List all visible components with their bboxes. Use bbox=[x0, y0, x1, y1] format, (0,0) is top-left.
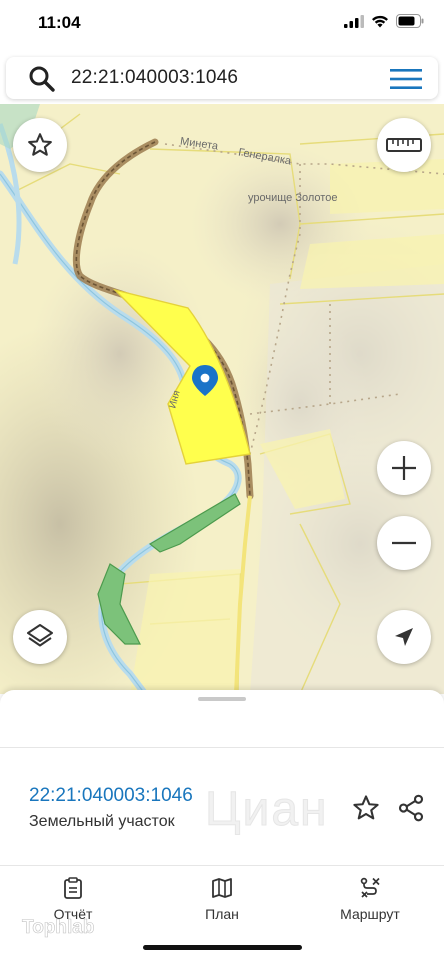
signal-icon bbox=[344, 14, 364, 28]
star-icon[interactable] bbox=[351, 793, 381, 823]
status-time: 11:04 bbox=[38, 13, 81, 32]
hamburger-menu-icon[interactable] bbox=[390, 68, 422, 90]
minus-icon bbox=[392, 541, 416, 545]
parcel-cadastral-number[interactable]: 22:21:040003:1046 bbox=[29, 785, 193, 807]
wifi-icon bbox=[372, 15, 388, 27]
navigation-arrow-icon bbox=[395, 628, 413, 646]
ruler-button[interactable] bbox=[377, 118, 431, 172]
corner-watermark: Tophlab bbox=[22, 917, 95, 939]
home-indicator[interactable] bbox=[143, 945, 302, 950]
tab-plan[interactable]: План bbox=[162, 876, 282, 922]
search-bar[interactable]: 22:21:040003:1046 bbox=[6, 57, 438, 99]
layers-button[interactable] bbox=[13, 610, 67, 664]
area-label: урочище Золотое bbox=[248, 192, 338, 204]
ruler-icon bbox=[386, 138, 422, 152]
tab-route[interactable]: Маршрут bbox=[310, 876, 430, 922]
route-icon bbox=[360, 877, 380, 898]
favorite-button[interactable] bbox=[13, 118, 67, 172]
search-input[interactable]: 22:21:040003:1046 bbox=[71, 67, 238, 89]
star-icon bbox=[28, 133, 52, 156]
search-icon[interactable] bbox=[28, 65, 56, 93]
sheet-divider-bottom bbox=[0, 865, 444, 866]
share-icon[interactable] bbox=[396, 793, 426, 823]
sheet-handle[interactable] bbox=[198, 697, 246, 701]
plus-icon bbox=[392, 456, 416, 480]
map-book-icon bbox=[212, 878, 232, 898]
parcel-type-label: Земельный участок bbox=[29, 813, 175, 830]
layers-icon bbox=[27, 624, 53, 647]
my-location-button[interactable] bbox=[377, 610, 431, 664]
tab-route-label: Маршрут bbox=[340, 906, 400, 922]
status-bar: 11:04 bbox=[0, 0, 444, 50]
status-icons bbox=[344, 14, 424, 28]
battery-icon bbox=[396, 14, 424, 28]
zoom-out-button[interactable] bbox=[377, 516, 431, 570]
map-view[interactable]: Минета Генералка урочище Золотое Иня bbox=[0, 104, 444, 694]
zoom-in-button[interactable] bbox=[377, 441, 431, 495]
tab-report[interactable]: Отчёт bbox=[13, 876, 133, 922]
report-icon bbox=[64, 877, 82, 899]
parcel-watermark: Циан bbox=[205, 783, 329, 837]
map-canvas[interactable] bbox=[0, 104, 444, 694]
tab-plan-label: План bbox=[205, 906, 239, 922]
sheet-divider-top bbox=[0, 747, 444, 748]
